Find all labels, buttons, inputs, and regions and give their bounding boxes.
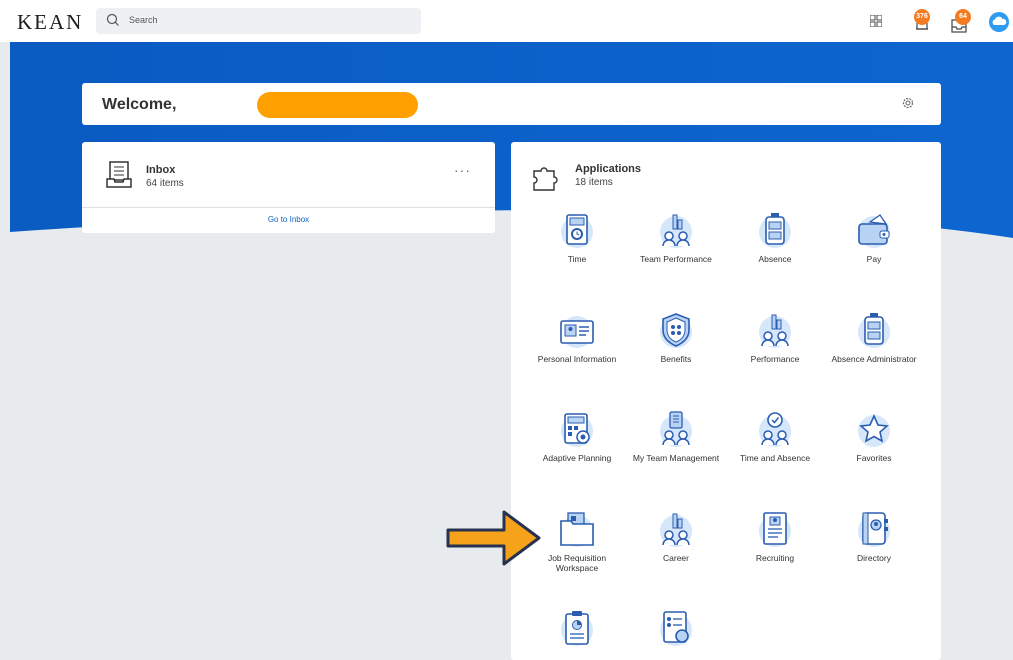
app-label: Absence Administrator [831,354,917,364]
welcome-card: Welcome, [82,83,941,125]
app-tile-my-team-management[interactable]: My Team Management [631,411,721,463]
inbox-icon [106,161,132,188]
app-tile-benefits[interactable]: Benefits [631,312,721,364]
app-tile-time-and-absence[interactable]: Time and Absence [730,411,820,463]
time-and-absence-icon [759,412,791,447]
app-label: Recruiting [755,553,795,563]
puzzle-icon [533,167,558,191]
inbox-tray-button[interactable]: 64 [949,9,973,35]
app-tile-career[interactable]: Career [631,511,721,563]
apps-grid-icon[interactable] [870,15,882,27]
app-label: Career [663,553,689,563]
app-tile-performance[interactable]: Performance [730,312,820,364]
performance-icon [759,314,791,348]
app-label: Time and Absence [739,453,811,463]
search-icon [106,13,119,26]
welcome-text: Welcome, [102,96,177,113]
app-label: Performance [750,354,800,364]
redacted-username [257,92,418,118]
gear-icon[interactable] [901,96,915,110]
app-label: Time [567,254,587,264]
my-team-management-icon [660,411,692,447]
app-tile-time[interactable]: Time [532,212,622,264]
app-label: Adaptive Planning [542,453,612,463]
notifications-badge: 376 [914,9,930,25]
app-label: Job Requisition Workspace [547,553,607,573]
adaptive-planning-icon [561,413,593,447]
directory-icon [858,512,890,547]
checklist-search-icon [660,611,692,646]
app-tile-recruiting[interactable]: Recruiting [730,511,820,563]
inbox-divider [82,207,495,208]
inbox-title: Inbox [146,164,176,176]
app-label: My Team Management [632,453,720,463]
profile-cloud-icon[interactable] [988,11,1010,33]
app-tile-absence-administrator[interactable]: Absence Administrator [829,312,919,364]
benefits-icon [660,313,692,348]
app-label: Team Performance [640,254,712,264]
team-performance-icon [660,214,692,248]
career-icon [660,513,692,547]
app-label: Favorites [856,453,892,463]
job-requisition-icon [560,512,594,547]
absence-administrator-icon [858,313,890,348]
app-label: Personal Information [537,354,617,364]
time-icon [561,214,593,248]
app-tile-adaptive-planning[interactable]: Adaptive Planning [532,411,622,463]
applications-count: 18 items [575,177,613,188]
favorites-icon [858,414,890,447]
top-bar: KEAN Search 376 64 [0,0,1013,42]
annotation-arrow-icon [446,510,541,566]
personal-information-icon [560,316,594,348]
app-label: Absence [758,254,792,264]
app-tile-absence[interactable]: Absence [730,212,820,264]
app-tile-personal-information[interactable]: Personal Information [532,312,622,364]
inbox-count: 64 items [146,178,184,189]
go-to-inbox-link[interactable]: Go to Inbox [82,215,495,224]
app-label: Benefits [660,354,692,364]
search-input[interactable]: Search [96,8,421,34]
app-tile-favorites[interactable]: Favorites [829,411,919,463]
app-tile-team-performance[interactable]: Team Performance [631,212,721,264]
search-placeholder: Search [129,15,158,25]
app-label: Pay [866,254,882,264]
inbox-more-button[interactable]: ··· [454,162,471,178]
notifications-button[interactable]: 376 [910,9,934,35]
app-tile-report-clipboard[interactable] [532,610,622,652]
app-tile-checklist-search[interactable] [631,610,721,652]
applications-title: Applications [575,163,642,175]
pay-icon [858,214,890,248]
report-clipboard-icon [561,611,593,646]
inbox-badge: 64 [955,9,971,25]
app-tile-directory[interactable]: Directory [829,511,919,563]
app-tile-pay[interactable]: Pay [829,212,919,264]
inbox-card: Inbox 64 items ··· Go to Inbox [82,142,495,233]
app-label: Directory [856,553,891,563]
absence-icon [759,213,791,248]
kean-logo[interactable]: KEAN [17,10,83,35]
recruiting-icon [759,512,791,547]
app-tile-job-requisition-workspace[interactable]: Job Requisition Workspace [532,511,622,573]
